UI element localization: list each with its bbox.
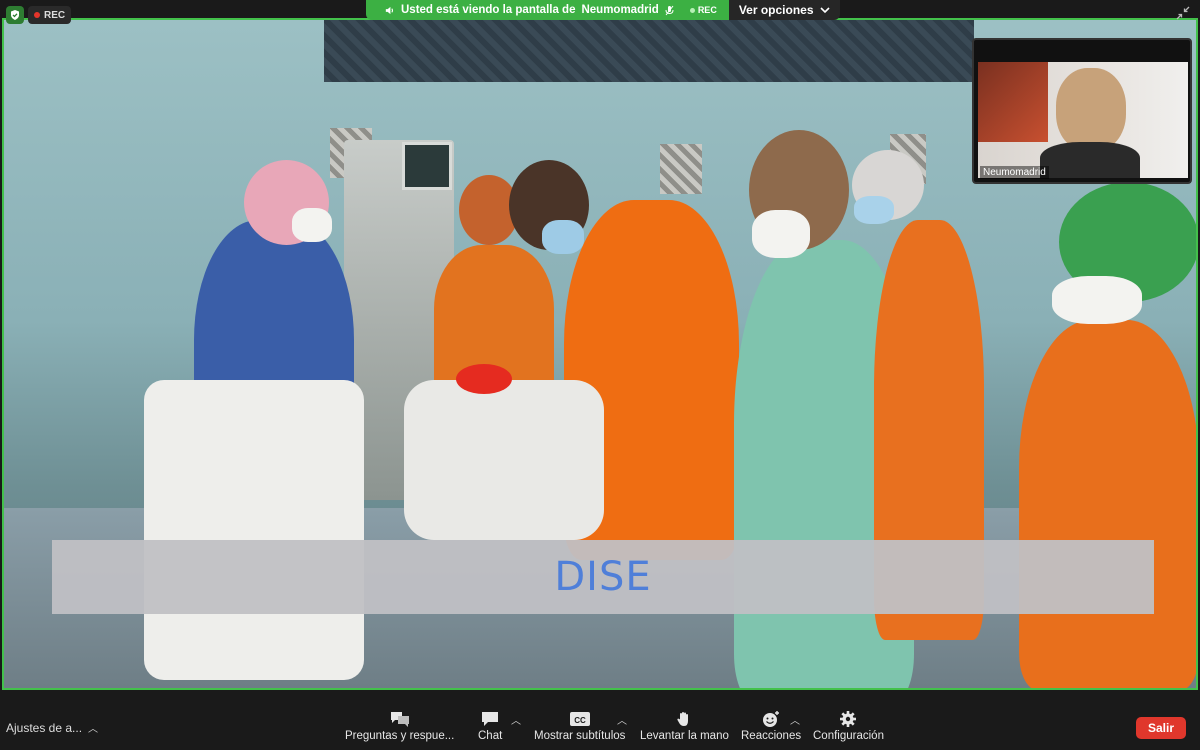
background-poster (978, 62, 1048, 142)
chat-button[interactable]: Chat (478, 710, 502, 742)
participant-body (1040, 142, 1140, 178)
captions-label: Mostrar subtítulos (534, 730, 626, 742)
participant-video-tile[interactable]: Neumomadrid (972, 38, 1192, 184)
qa-button[interactable]: Preguntas y respue... (345, 710, 454, 742)
chevron-up-icon[interactable]: ︿ (617, 712, 627, 727)
exit-fullscreen-icon[interactable] (1176, 6, 1190, 20)
hand-icon (677, 712, 689, 726)
ceiling-panel (324, 20, 974, 82)
face-mask (292, 208, 332, 242)
presenter-name: Neumomadrid (581, 4, 659, 16)
qa-label: Preguntas y respue... (345, 730, 455, 742)
recording-label: REC (44, 9, 66, 21)
share-prefix: Usted está viendo la pantalla de (401, 4, 576, 16)
participant-name: Neumomadrid (980, 166, 1049, 179)
gear-icon (840, 711, 857, 727)
svg-text:CC: CC (574, 716, 586, 725)
patient-bed (404, 380, 604, 540)
reactions-label: Reacciones (741, 730, 802, 742)
shield-icon[interactable] (6, 6, 24, 24)
record-dot-icon (34, 12, 40, 18)
face-mask (752, 210, 810, 258)
raise-hand-label: Levantar la mano (640, 730, 729, 742)
top-status: REC (6, 6, 72, 24)
audio-settings-label: Ajustes de a... (6, 720, 83, 735)
chevron-up-icon[interactable]: ︿ (511, 712, 521, 727)
slide-caption-bar: DISE (52, 540, 1154, 614)
record-dot-icon (689, 7, 695, 13)
recording-indicator[interactable]: REC (28, 6, 72, 24)
view-options-button[interactable]: Ver opciones (728, 0, 840, 20)
red-marker (456, 364, 512, 394)
mic-muted-icon (665, 5, 674, 15)
screen-share-banner: Usted está viendo la pantalla de Neumoma… (366, 0, 840, 20)
settings-button[interactable]: Configuración (813, 710, 884, 742)
leave-button[interactable]: Salir (1136, 717, 1186, 739)
share-recording: REC (689, 5, 717, 15)
wall-tile (660, 144, 702, 194)
slide-caption: DISE (554, 554, 652, 600)
settings-label: Configuración (813, 730, 884, 742)
face-mask (854, 196, 894, 224)
monitor-screen (402, 142, 452, 190)
chevron-up-icon[interactable]: ︿ (790, 712, 800, 727)
white-device (144, 380, 364, 680)
zoom-meeting-window: REC Usted está viendo la pantalla de Neu… (0, 0, 1200, 750)
face-mask (1052, 276, 1142, 324)
participant-head (1056, 68, 1126, 152)
view-options-label: Ver opciones (738, 3, 814, 17)
chat-icon (482, 712, 499, 726)
chevron-down-icon (819, 6, 830, 13)
participant-video (978, 62, 1188, 178)
cc-icon: CC (569, 712, 590, 726)
raise-hand-button[interactable]: Levantar la mano (640, 710, 729, 742)
share-status: Usted está viendo la pantalla de Neumoma… (366, 0, 729, 20)
qa-icon (390, 712, 409, 727)
speaker-icon (385, 6, 394, 14)
chat-label: Chat (478, 730, 503, 742)
audio-settings-button[interactable]: Ajustes de a... ︿ (6, 720, 99, 736)
share-rec-label: REC (697, 5, 717, 15)
captions-button[interactable]: CC Mostrar subtítulos (534, 710, 625, 742)
meeting-toolbar: Ajustes de a... ︿ Preguntas y respue... … (0, 706, 1200, 750)
face-mask (542, 220, 584, 254)
person-orange-scrubs (1019, 320, 1196, 688)
emoji-icon (763, 711, 780, 727)
chevron-up-icon: ︿ (88, 724, 99, 735)
